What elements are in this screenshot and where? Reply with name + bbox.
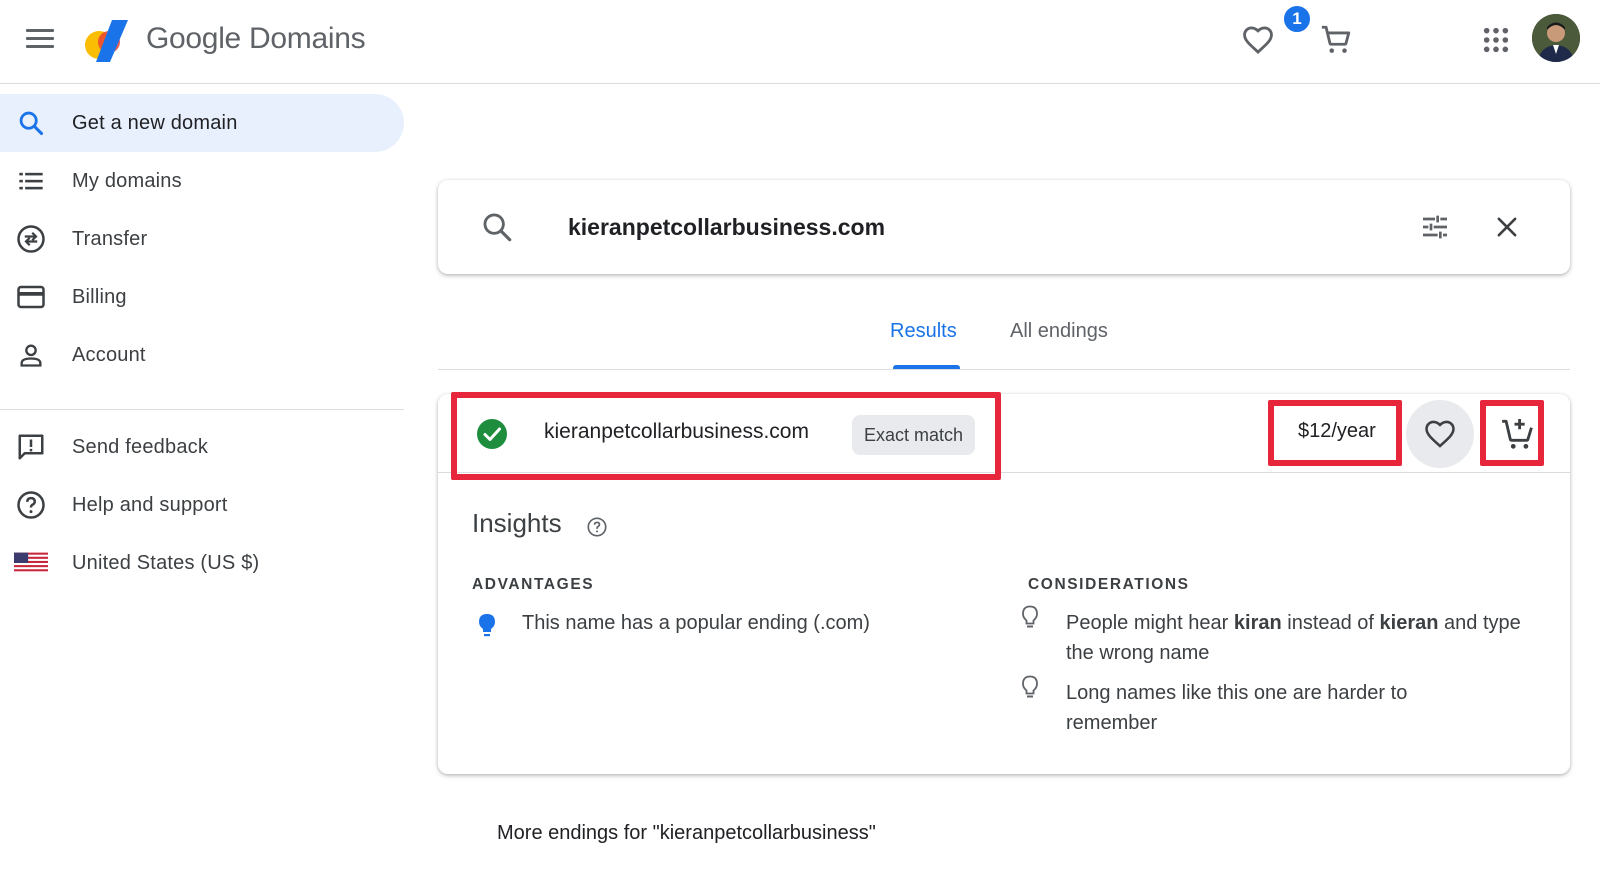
sidebar-item-country[interactable]: United States (US $) xyxy=(0,534,404,592)
menu-icon[interactable] xyxy=(26,26,58,52)
apps-button[interactable] xyxy=(1474,18,1518,62)
brand-title[interactable]: Google Domains xyxy=(146,22,366,56)
sidebar-item-label: Help and support xyxy=(72,493,228,516)
sidebar-item-account[interactable]: Account xyxy=(0,326,404,384)
tab-results[interactable]: Results xyxy=(890,320,957,343)
clear-search-icon[interactable] xyxy=(1488,208,1526,246)
more-endings-heading: More endings for "kieranpetcollarbusines… xyxy=(497,822,876,844)
top-app-bar: Google Domains 1 xyxy=(0,0,1600,84)
person-icon xyxy=(14,338,48,372)
highlight-cart-box xyxy=(1480,400,1544,466)
lightbulb-filled-icon xyxy=(479,614,495,637)
tab-all-endings[interactable]: All endings xyxy=(1010,320,1108,343)
sidebar-item-label: My domains xyxy=(72,169,182,192)
tabs-divider xyxy=(438,369,1570,370)
sidebar-item-get-new-domain[interactable]: Get a new domain xyxy=(0,94,404,152)
considerations-heading: CONSIDERATIONS xyxy=(1028,576,1190,593)
sidebar-item-my-domains[interactable]: My domains xyxy=(0,152,404,210)
search-icon xyxy=(14,106,48,140)
sidebar-item-label: Send feedback xyxy=(72,435,209,458)
apps-grid-icon xyxy=(1483,27,1509,53)
us-flag-icon xyxy=(14,546,48,580)
sidebar-item-label: Account xyxy=(72,343,146,366)
favorites-button[interactable] xyxy=(1236,18,1280,62)
lightbulb-outline-icon xyxy=(1022,605,1038,628)
consideration-text: People might hear xyxy=(1066,612,1234,634)
insights-title: Insights xyxy=(472,508,562,538)
help-icon xyxy=(14,488,48,522)
heart-icon xyxy=(1243,26,1273,54)
sidebar-item-label: Get a new domain xyxy=(72,111,238,134)
list-icon xyxy=(14,164,48,198)
sidebar-item-send-feedback[interactable]: Send feedback xyxy=(0,418,404,476)
add-to-favorites-button[interactable] xyxy=(1406,400,1474,468)
heart-icon xyxy=(1425,420,1455,448)
feedback-icon xyxy=(14,430,48,464)
sidebar-item-label: Billing xyxy=(72,285,127,308)
filter-icon[interactable] xyxy=(1416,208,1454,246)
brand-google-text: Google xyxy=(146,22,241,55)
avatar-image xyxy=(1532,14,1580,62)
consideration-item: People might hear kiran instead of kiera… xyxy=(1066,608,1536,668)
navigation-drawer: Get a new domain My domains Transfer Bil… xyxy=(0,84,404,872)
sidebar-item-label: United States (US $) xyxy=(72,551,260,574)
sidebar-item-transfer[interactable]: Transfer xyxy=(0,210,404,268)
advantage-item: This name has a popular ending (.com) xyxy=(522,612,870,634)
favorites-count-badge: 1 xyxy=(1282,4,1312,34)
transfer-icon xyxy=(14,222,48,256)
advantages-heading: ADVANTAGES xyxy=(472,576,595,593)
consideration-bold: kiran xyxy=(1233,612,1282,634)
consideration-bold: kieran xyxy=(1379,612,1439,634)
consideration-item: Long names like this one are harder to r… xyxy=(1066,682,1408,734)
google-domains-logo xyxy=(85,20,128,62)
cart-icon xyxy=(1321,25,1351,53)
highlight-domain-box xyxy=(451,392,1001,480)
domain-search-input[interactable] xyxy=(568,208,1368,246)
insights-help-icon[interactable] xyxy=(586,516,608,538)
highlight-price-box xyxy=(1268,400,1402,466)
brand-product-text: Domains xyxy=(249,22,366,55)
consideration-text: instead of xyxy=(1281,612,1380,634)
sidebar-item-billing[interactable]: Billing xyxy=(0,268,404,326)
account-avatar[interactable] xyxy=(1532,14,1580,62)
search-icon xyxy=(483,213,512,242)
cart-button[interactable] xyxy=(1314,18,1358,62)
domain-search-box xyxy=(438,180,1570,274)
sidebar-item-help-support[interactable]: Help and support xyxy=(0,476,404,534)
sidebar-divider xyxy=(0,409,404,410)
sidebar-item-label: Transfer xyxy=(72,227,148,250)
credit-card-icon xyxy=(14,280,48,314)
lightbulb-outline-icon xyxy=(1022,675,1038,698)
